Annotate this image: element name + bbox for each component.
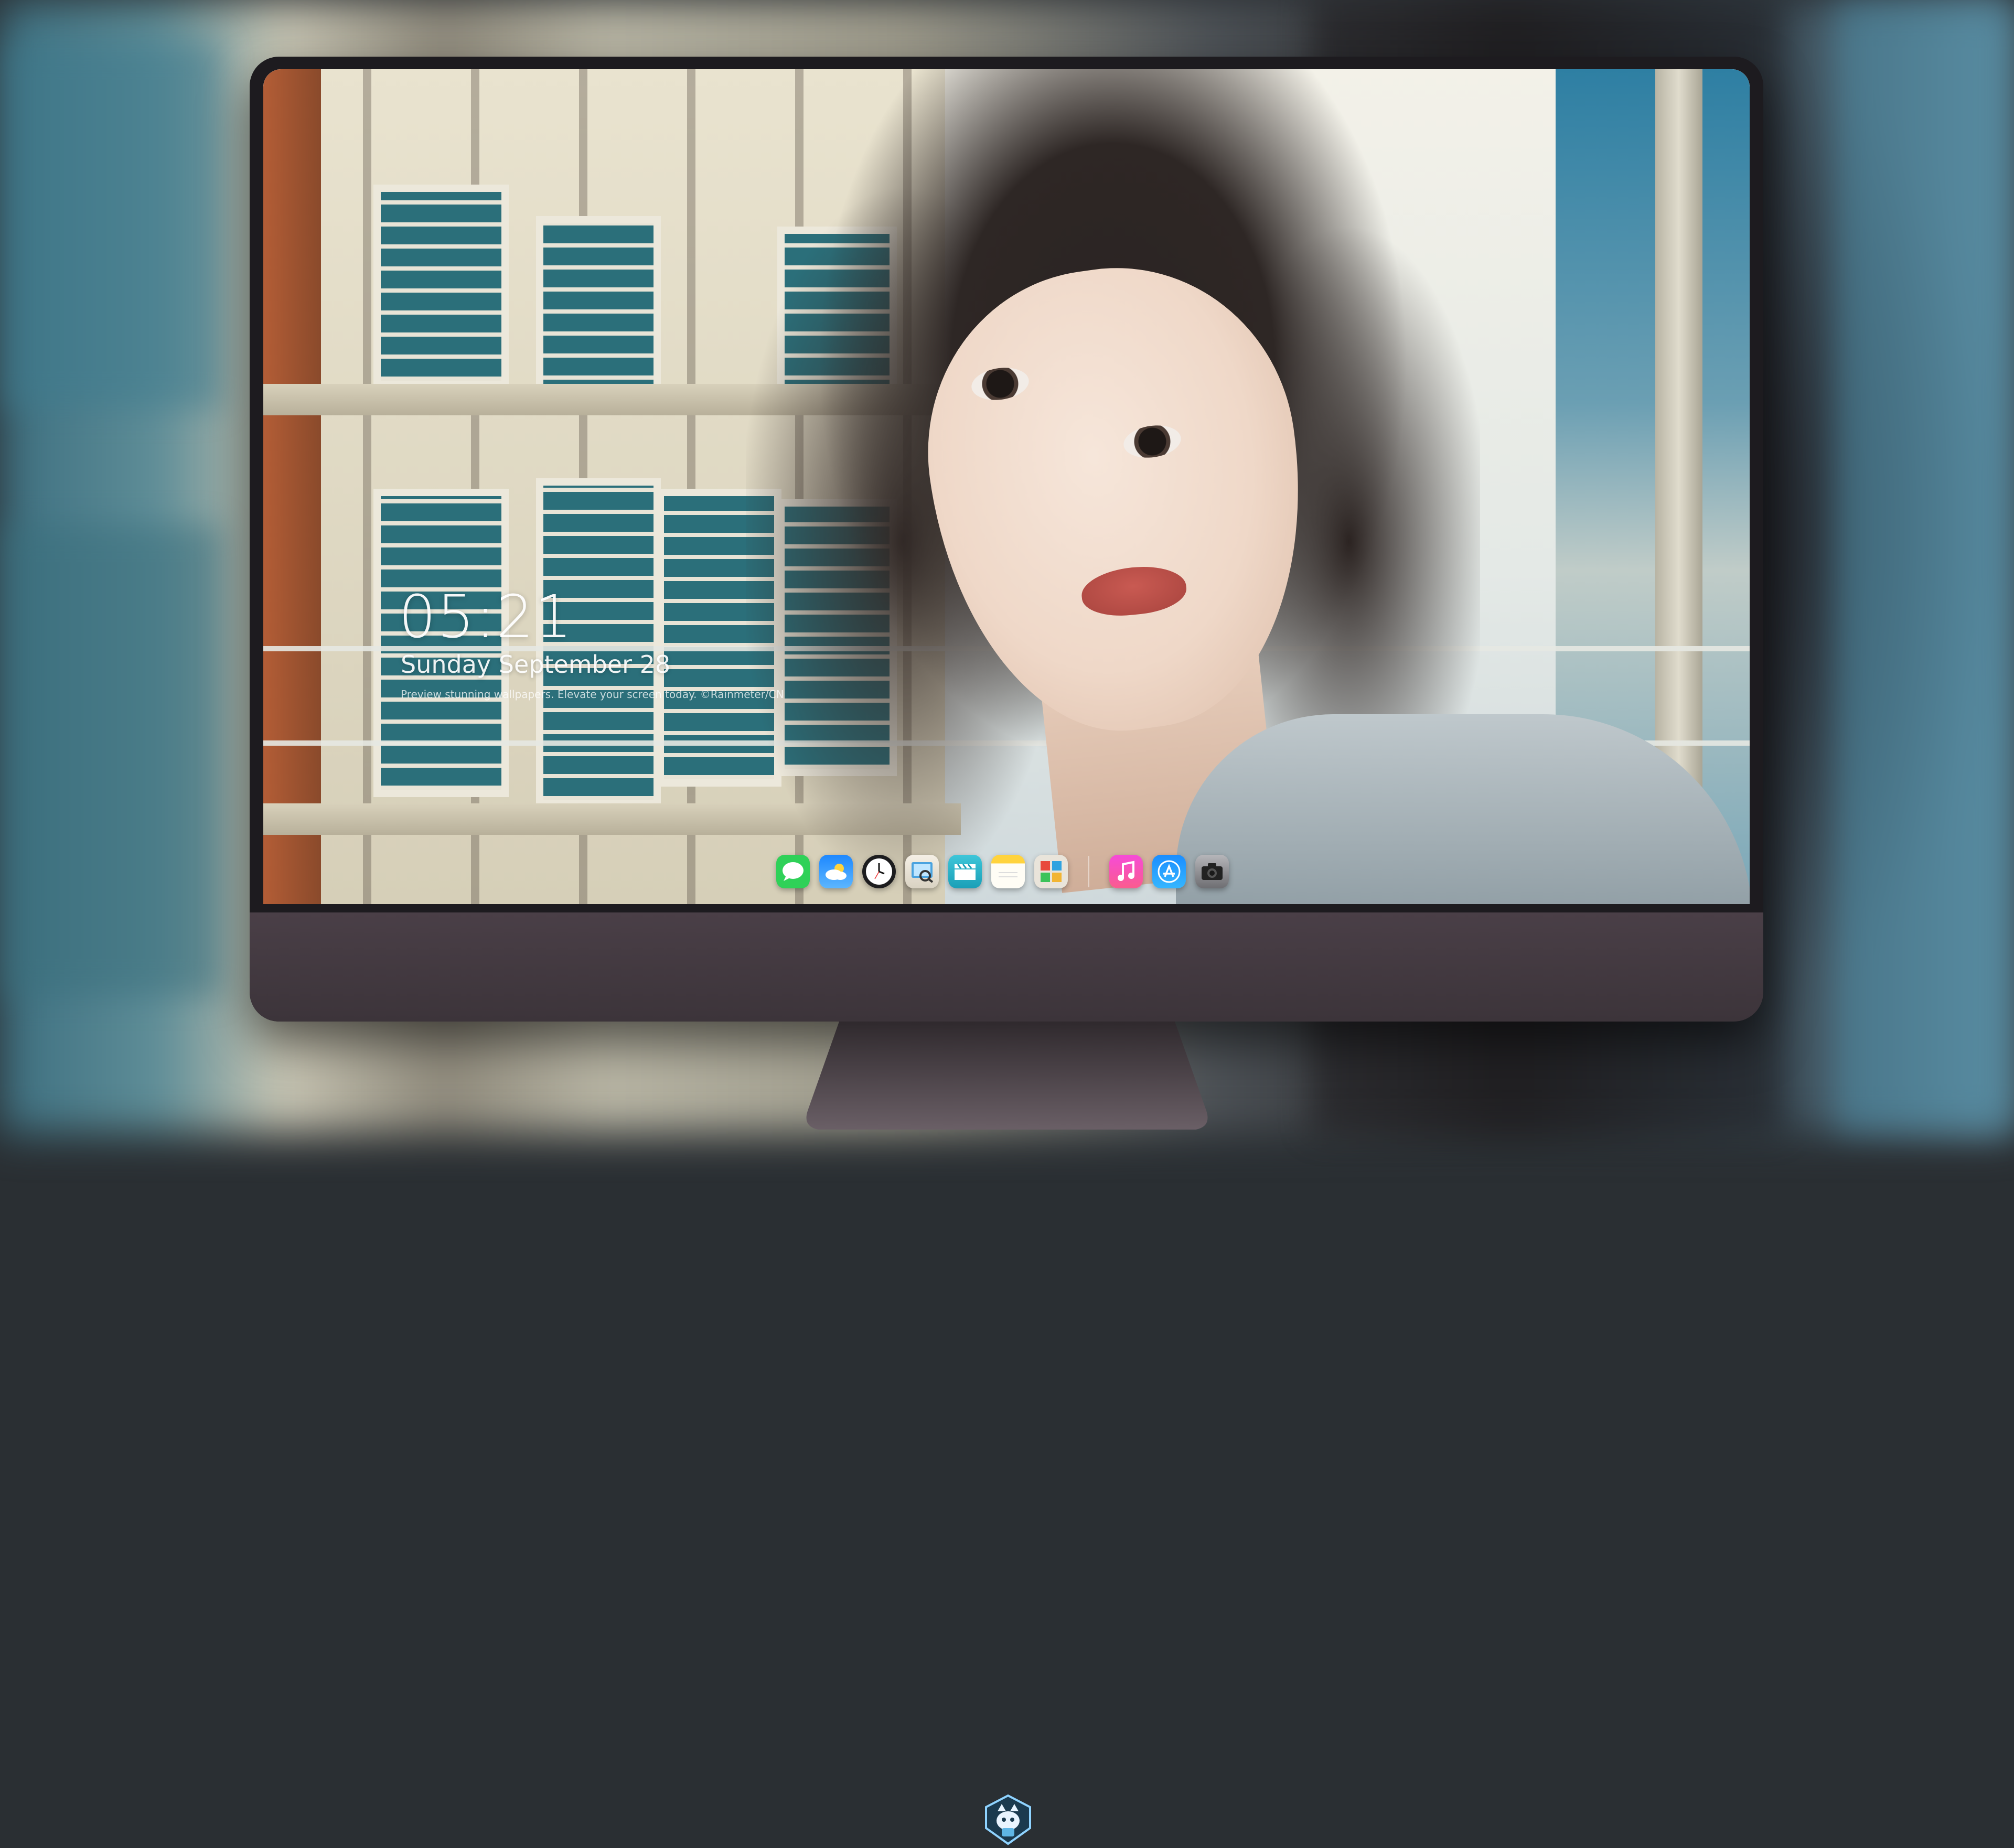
monitor-frame: 05:21 Sunday September 28 Preview stunni…	[250, 57, 1763, 1845]
app-store-icon[interactable]	[1152, 855, 1186, 888]
preview-icon[interactable]	[905, 855, 939, 888]
dock	[769, 845, 1236, 898]
lockscreen-time: 05:21	[399, 583, 573, 651]
clock-icon[interactable]	[862, 855, 896, 888]
camera-icon[interactable]	[1195, 855, 1229, 888]
photo-collage-icon[interactable]	[1034, 855, 1068, 888]
notes-icon[interactable]	[991, 855, 1025, 888]
lockscreen-date: Sunday September 28	[401, 650, 671, 679]
screen: 05:21 Sunday September 28 Preview stunni…	[263, 69, 1750, 904]
cloud-sun-icon[interactable]	[819, 855, 853, 888]
monitor-chin	[250, 912, 1763, 1845]
dock-separator	[1088, 856, 1089, 887]
cat-shield-logo-icon	[983, 1793, 1033, 1846]
monitor-stand	[776, 1022, 1238, 1133]
clapperboard-icon[interactable]	[948, 855, 982, 888]
music-note-icon[interactable]	[1109, 855, 1143, 888]
lockscreen-tagline: Preview stunning wallpapers. Elevate you…	[401, 688, 784, 701]
message-bubble-icon[interactable]	[776, 855, 810, 888]
